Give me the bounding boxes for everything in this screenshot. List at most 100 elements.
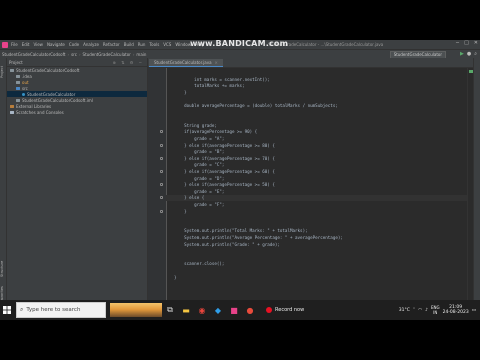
fold-marker-icon[interactable] xyxy=(160,209,163,213)
code-line[interactable]: int marks = scanner.nextInt(); xyxy=(174,77,270,83)
lib-icon xyxy=(10,104,14,108)
code-line[interactable]: System.out.println("Average Percentage: … xyxy=(174,235,343,241)
record-now-button[interactable]: Record now xyxy=(266,303,304,317)
menu-vcs[interactable]: VCS xyxy=(163,42,171,47)
tree-item-label: External Libraries xyxy=(16,103,52,109)
run-icon[interactable]: ▶ xyxy=(460,51,464,57)
search-placeholder: Type here to search xyxy=(26,307,81,313)
menu-view[interactable]: View xyxy=(33,42,43,47)
fold-marker-icon[interactable] xyxy=(160,130,163,134)
folder-icon xyxy=(16,80,20,84)
folder-icon xyxy=(16,98,20,102)
notification-icon[interactable]: ▭ xyxy=(472,308,476,313)
bandicam-watermark: www.BANDICAM.com xyxy=(190,40,289,48)
tab-student-grade-calculator[interactable]: StudentGradeCalculator.java × xyxy=(149,59,223,67)
panel-tools-icon[interactable]: ⊕ ⇅ ⚙ − xyxy=(113,60,144,65)
code-line[interactable]: System.out.println("Total Marks: " + tot… xyxy=(174,228,308,234)
fold-marker-icon[interactable] xyxy=(160,143,163,147)
clock-date: 24-08-2023 xyxy=(442,310,469,315)
fold-marker-icon[interactable] xyxy=(160,156,163,160)
menu-refactor[interactable]: Refactor xyxy=(103,42,120,47)
search-icon[interactable]: ⌕ xyxy=(474,51,477,57)
intellij-icon[interactable]: ■ xyxy=(226,300,242,320)
menu-analyze[interactable]: Analyze xyxy=(83,42,99,47)
project-tool-button[interactable]: Project xyxy=(0,60,6,84)
code-line[interactable]: } else if(averagePercentage >= 60) { xyxy=(174,169,275,175)
code-line[interactable]: grade = "C"; xyxy=(174,162,224,168)
windows-start-button[interactable] xyxy=(0,300,14,320)
project-panel-title[interactable]: Project xyxy=(9,60,23,65)
menu-window[interactable]: Window xyxy=(175,42,191,47)
code-line[interactable]: double averagePercentage = (double) tota… xyxy=(174,103,338,109)
breadcrumb-method[interactable]: main xyxy=(136,52,146,57)
tree-item-label: out xyxy=(22,79,29,85)
code-line[interactable]: grade = "A"; xyxy=(174,136,224,142)
breadcrumb-project[interactable]: StudentGradeCalculatorCodsoft xyxy=(2,52,65,57)
close-tab-icon[interactable]: × xyxy=(215,60,218,65)
menu-run[interactable]: Run xyxy=(138,42,146,47)
tree-item-label: StudentGradeCalculatorCodsoft xyxy=(16,67,80,73)
menu-code[interactable]: Code xyxy=(69,42,79,47)
code-line[interactable]: totalMarks += marks; xyxy=(174,83,244,89)
code-line[interactable]: } else if(averagePercentage >= 70) { xyxy=(174,156,275,162)
code-line[interactable]: } xyxy=(174,209,187,215)
system-tray: 31°C ˄ ◠ ♪ ENG IN 21:09 24-08-2023 ▭ xyxy=(399,305,476,315)
file-explorer-icon[interactable]: ▬ xyxy=(178,300,194,320)
menu-file[interactable]: File xyxy=(11,42,18,47)
clock[interactable]: 21:09 24-08-2023 xyxy=(443,305,469,315)
editor-tabs: StudentGradeCalculator.java × xyxy=(148,58,474,68)
volume-icon[interactable]: ♪ xyxy=(425,308,428,313)
java-icon xyxy=(22,92,25,96)
intellij-logo-icon xyxy=(2,41,8,48)
left-tool-strip: Project Structure Favorites xyxy=(0,58,7,308)
code-line[interactable]: grade = "E"; xyxy=(174,189,224,195)
fold-marker-icon[interactable] xyxy=(160,183,163,187)
chevron-right-icon: › xyxy=(78,52,81,57)
right-tool-strip xyxy=(473,58,480,308)
project-panel-header: Project ⊕ ⇅ ⚙ − xyxy=(7,58,147,67)
minimize-icon[interactable]: ─ xyxy=(456,40,459,46)
run-toolbar: ▶ ● ⌕ xyxy=(460,51,477,57)
code-line[interactable]: if(averagePercentage >= 90) { xyxy=(174,129,257,135)
chrome-icon[interactable]: ◉ xyxy=(194,300,210,320)
breadcrumb-src[interactable]: src xyxy=(71,52,77,57)
code-line[interactable]: } else if(averagePercentage >= 50) { xyxy=(174,182,275,188)
close-icon[interactable]: ✕ xyxy=(474,40,478,46)
windows-logo-icon xyxy=(3,306,11,314)
wifi-icon[interactable]: ◠ xyxy=(418,308,422,313)
menu-tools[interactable]: Tools xyxy=(149,42,159,47)
menu-navigate[interactable]: Navigate xyxy=(47,42,65,47)
code-line[interactable]: grade = "B"; xyxy=(174,149,224,155)
temperature[interactable]: 31°C xyxy=(399,308,410,313)
breadcrumb-class[interactable]: StudentGradeCalculator xyxy=(83,52,131,57)
line-gutter[interactable] xyxy=(148,68,167,308)
fold-marker-icon[interactable] xyxy=(160,196,163,200)
bandicam-icon[interactable]: ● xyxy=(242,300,258,320)
tree-item[interactable]: Scratches and Consoles xyxy=(7,109,147,115)
language-indicator[interactable]: ENG IN xyxy=(431,305,440,315)
chevron-up-icon[interactable]: ˄ xyxy=(413,308,415,313)
menu-build[interactable]: Build xyxy=(124,42,134,47)
task-view-icon[interactable]: ⧉ xyxy=(162,300,178,320)
menu-edit[interactable]: Edit xyxy=(22,42,30,47)
windows-taskbar: ⌕ Type here to search ⧉ ▬ ◉ ◆ ■ ● Record… xyxy=(0,300,480,320)
chevron-right-icon: › xyxy=(67,52,70,57)
maximize-icon[interactable]: □ xyxy=(464,40,469,46)
search-highlight-image[interactable] xyxy=(110,303,162,317)
record-icon xyxy=(266,307,272,313)
code-line[interactable]: } else { xyxy=(174,195,204,201)
vscode-icon[interactable]: ◆ xyxy=(210,300,226,320)
code-line[interactable]: scanner.close(); xyxy=(174,261,224,267)
code-line[interactable]: grade = "D"; xyxy=(174,176,224,182)
debug-icon[interactable]: ● xyxy=(467,51,471,57)
record-label: Record now xyxy=(275,307,305,313)
fold-marker-icon[interactable] xyxy=(160,170,163,173)
taskbar-search[interactable]: ⌕ Type here to search xyxy=(16,302,106,318)
code-line[interactable]: System.out.println("Grade: " + grade); xyxy=(174,242,280,248)
code-line[interactable]: grade = "F"; xyxy=(174,202,224,208)
structure-tool-button[interactable]: Structure xyxy=(0,258,6,280)
code-line[interactable]: } xyxy=(174,275,177,281)
code-line[interactable]: } xyxy=(174,90,187,96)
code-line[interactable]: } else if(averagePercentage >= 80) { xyxy=(174,143,275,149)
code-line[interactable]: String grade; xyxy=(174,123,217,129)
